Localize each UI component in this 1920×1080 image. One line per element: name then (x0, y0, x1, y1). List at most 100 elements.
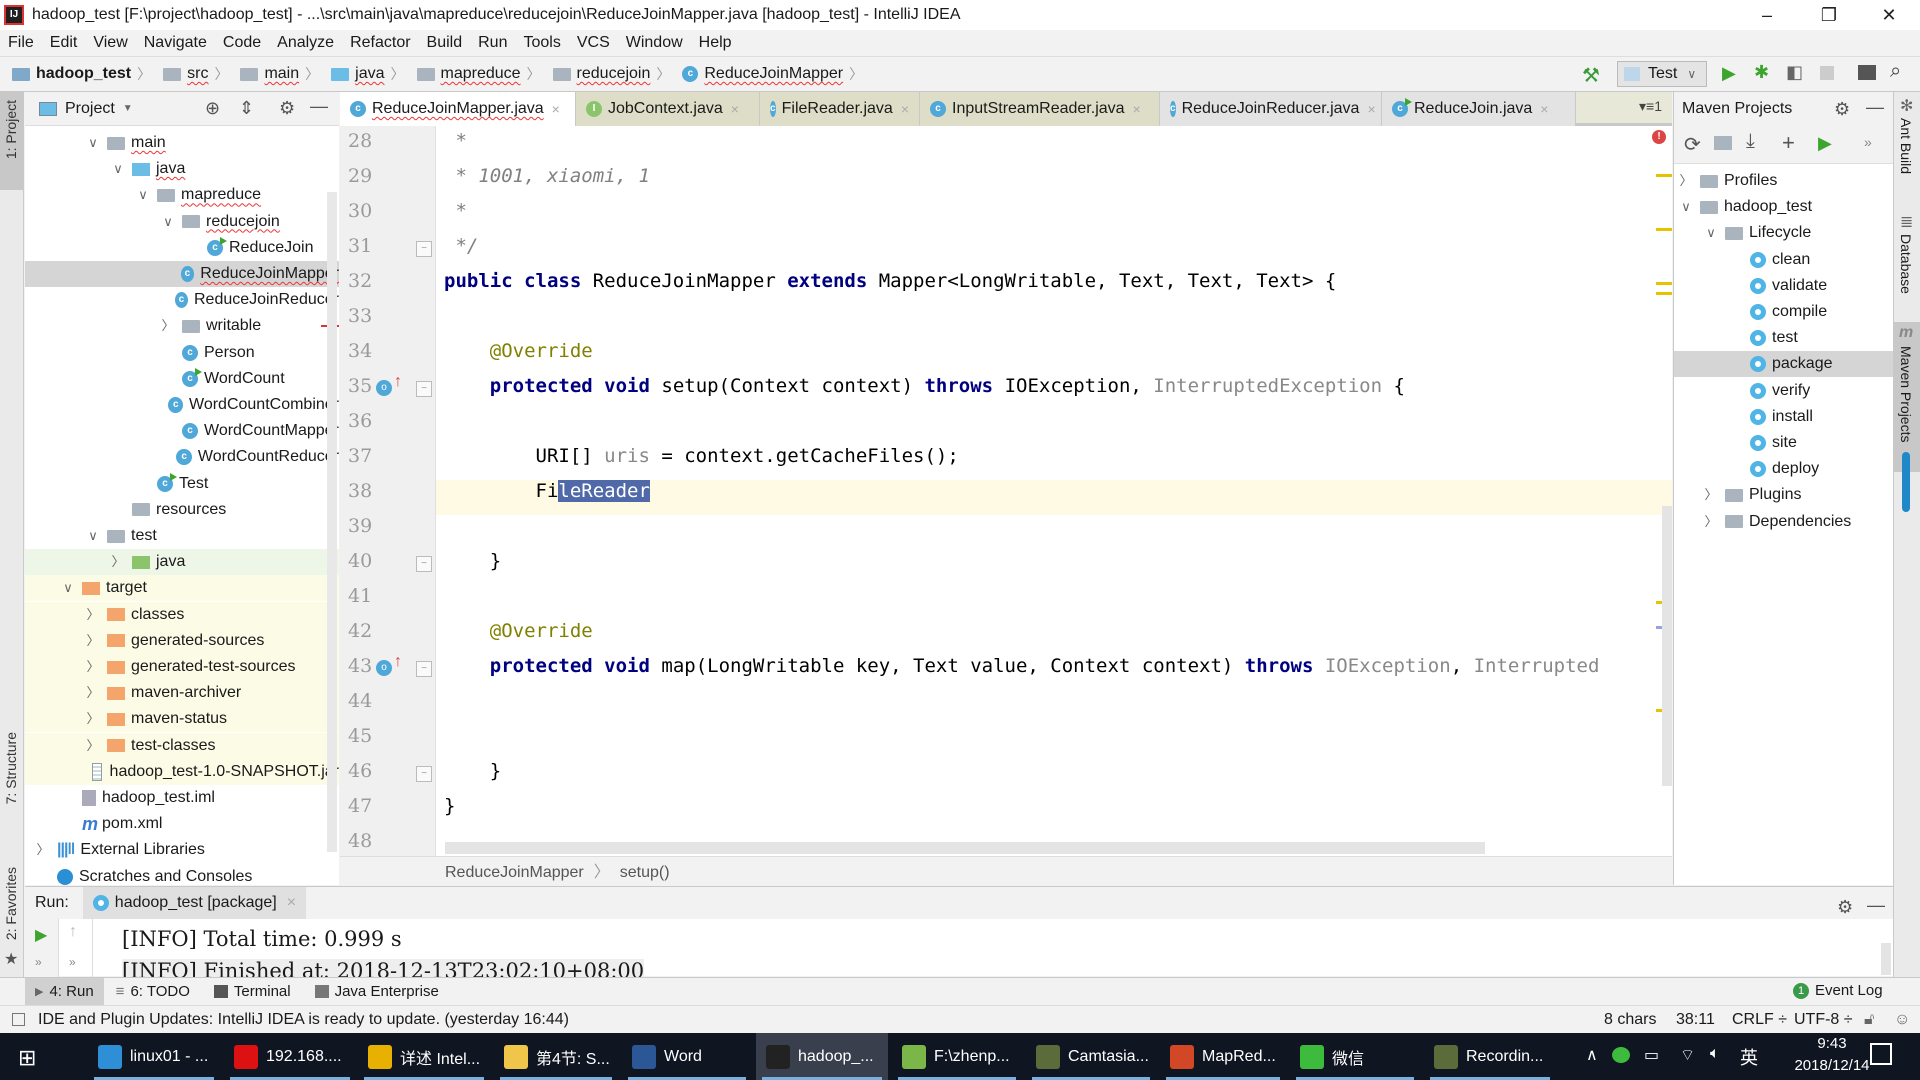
tab-todo[interactable]: ≡ 6: TODO (104, 983, 202, 1000)
project-tree-item[interactable]: ∨ java (25, 156, 339, 182)
editor-tab[interactable]: c ReduceJoinReducer.java × (1160, 92, 1382, 126)
code-line[interactable]: @Override (444, 340, 593, 362)
hide-icon[interactable]: — (1866, 90, 1884, 124)
windows-start-icon[interactable]: ⊞ (18, 1045, 36, 1071)
tab-run[interactable]: ▶ 4: Run (25, 977, 104, 1006)
taskbar-item[interactable]: MapRed... (1160, 1033, 1286, 1080)
reimport-icon[interactable]: ⟳ (1684, 132, 1701, 157)
maven-tree-item[interactable]: 〉 Profiles (1674, 168, 1893, 194)
wifi-icon[interactable]: ⌔ (1680, 1045, 1695, 1065)
chevron-right-icon[interactable]: 〉 (85, 628, 101, 654)
project-tree-item[interactable]: ∨ target (25, 575, 339, 602)
status-message[interactable]: IDE and Plugin Updates: IntelliJ IDEA is… (38, 1006, 569, 1034)
debug-icon[interactable]: ✱ (1754, 62, 1769, 83)
maven-goal-item[interactable]: deploy (1674, 456, 1893, 482)
taskbar-item[interactable]: Word (622, 1033, 752, 1080)
show-hidden-icons[interactable]: ∧ (1586, 1045, 1598, 1065)
menu-file[interactable]: File (0, 30, 42, 56)
run-icon[interactable]: ▶ (1722, 63, 1736, 84)
project-scrollbar[interactable] (327, 192, 337, 852)
chevron-right-icon[interactable]: 〉 (1703, 482, 1719, 508)
chevron-down-icon[interactable]: ∨ (160, 209, 176, 235)
minimize-button[interactable]: – (1744, 0, 1790, 30)
menu-help[interactable]: Help (691, 30, 740, 56)
override-method-icon[interactable]: o (376, 380, 392, 396)
gear-icon[interactable]: ⚙ (1834, 92, 1850, 126)
run-maven-icon[interactable]: ▶ (1818, 133, 1832, 154)
warning-marker[interactable] (1656, 174, 1672, 177)
clock-time[interactable]: 9:43 (1792, 1035, 1872, 1052)
menu-tools[interactable]: Tools (515, 30, 568, 56)
fold-icon[interactable]: − (416, 381, 432, 397)
collapse-all-icon[interactable]: ⇕ (239, 98, 254, 119)
line-separator-select[interactable]: CRLF ÷ (1732, 1006, 1787, 1034)
tab-java-enterprise[interactable]: Java Enterprise (303, 983, 451, 1000)
locate-icon[interactable]: ⊕ (205, 98, 220, 119)
menu-window[interactable]: Window (618, 30, 691, 56)
menu-build[interactable]: Build (419, 30, 471, 56)
chevron-right-icon[interactable]: 〉 (110, 549, 126, 575)
menu-code[interactable]: Code (215, 30, 269, 56)
hide-icon[interactable]: — (1867, 889, 1885, 921)
project-tool-button[interactable]: 1: Project (0, 92, 23, 190)
maven-goal-item[interactable]: validate (1674, 273, 1893, 299)
wechat-tray-icon[interactable] (1612, 1047, 1630, 1063)
code-line[interactable]: } (444, 760, 501, 782)
gear-icon[interactable]: ⚙ (279, 98, 295, 119)
code-line[interactable]: } (444, 795, 455, 817)
tab-terminal[interactable]: Terminal (202, 983, 303, 1000)
menu-run[interactable]: Run (470, 30, 515, 56)
close-tab-icon[interactable]: × (1367, 93, 1375, 125)
search-icon[interactable]: ⌕ (1890, 60, 1901, 83)
chevron-down-icon[interactable]: ∨ (1678, 194, 1694, 220)
maven-goal-item[interactable]: package (1674, 351, 1893, 378)
event-log-button[interactable]: 1 Event Log (1793, 982, 1883, 999)
breadcrumb-mapreduce[interactable]: mapreduce 〉 (411, 56, 547, 92)
maven-tree-item[interactable]: ∨ hadoop_test (1674, 194, 1893, 220)
breadcrumb-main[interactable]: main 〉 (234, 56, 325, 92)
battery-icon[interactable]: ▭ (1644, 1045, 1659, 1065)
code-line[interactable]: protected void setup(Context context) th… (444, 375, 1405, 397)
menu-vcs[interactable]: VCS (569, 30, 618, 56)
run-config-select[interactable]: Test ∨ (1617, 61, 1707, 87)
chevron-down-icon[interactable]: ∨ (135, 182, 151, 208)
database-tool-button[interactable]: ≣ Database (1894, 212, 1920, 317)
horizontal-scrollbar[interactable] (445, 842, 1485, 854)
project-tree-item[interactable]: resources (25, 497, 339, 523)
maven-tree-item[interactable]: 〉 Plugins (1674, 482, 1893, 508)
warning-marker[interactable] (1656, 228, 1672, 231)
editor-tab[interactable]: c InputStreamReader.java × (920, 92, 1160, 126)
chevron-right-icon[interactable]: 〉 (85, 654, 101, 680)
project-tree-item[interactable]: c ReduceJoinMapper (25, 261, 339, 287)
favorites-tool-button[interactable]: 2: Favorites ★ (0, 867, 23, 972)
chevron-right-icon[interactable]: 〉 (85, 733, 101, 759)
chevron-down-icon[interactable]: ∨ (1703, 220, 1719, 246)
maven-projects-tool-button[interactable]: m Maven Projects (1894, 322, 1920, 472)
chevron-right-icon[interactable]: 〉 (85, 680, 101, 706)
project-structure-icon[interactable] (1858, 65, 1876, 80)
taskbar-item[interactable]: 微信 (1290, 1033, 1420, 1080)
maven-goal-item[interactable]: test (1674, 325, 1893, 351)
code-line[interactable]: * 1001, xiaomi, 1 (444, 165, 649, 187)
dropdown-icon[interactable]: ▼ (123, 103, 133, 114)
project-tree-item[interactable]: c ReduceJoinReducer (25, 287, 339, 313)
maven-goal-item[interactable]: compile (1674, 299, 1893, 325)
error-indicator-icon[interactable]: ! (1652, 130, 1666, 144)
structure-tool-button[interactable]: 7: Structure (0, 732, 23, 832)
warning-marker[interactable] (1656, 282, 1672, 285)
more-icon[interactable]: » (69, 955, 76, 969)
project-tree-item[interactable]: ∨ main (25, 130, 339, 156)
project-tree-item[interactable]: 〉 java (25, 549, 339, 576)
breadcrumb-hadoop-test[interactable]: hadoop_test 〉 (0, 56, 157, 92)
ant-build-tool-button[interactable]: ✻ Ant Build (1894, 92, 1920, 192)
editor-tab[interactable]: c ReduceJoinMapper.java × (340, 92, 576, 126)
project-tree-item[interactable]: m pom.xml (25, 811, 339, 837)
taskbar-item[interactable]: 第4节: S... (494, 1033, 618, 1080)
chevron-down-icon[interactable]: ∨ (85, 523, 101, 549)
project-tree-item[interactable]: ∨ mapreduce (25, 182, 339, 208)
maven-goal-item[interactable]: install (1674, 404, 1893, 430)
status-toggle-icon[interactable] (12, 1013, 25, 1026)
close-tab-icon[interactable]: × (552, 93, 560, 125)
chevron-down-icon[interactable]: ∨ (110, 156, 126, 182)
lock-icon[interactable]: 🔓︎ (1864, 1006, 1874, 1034)
